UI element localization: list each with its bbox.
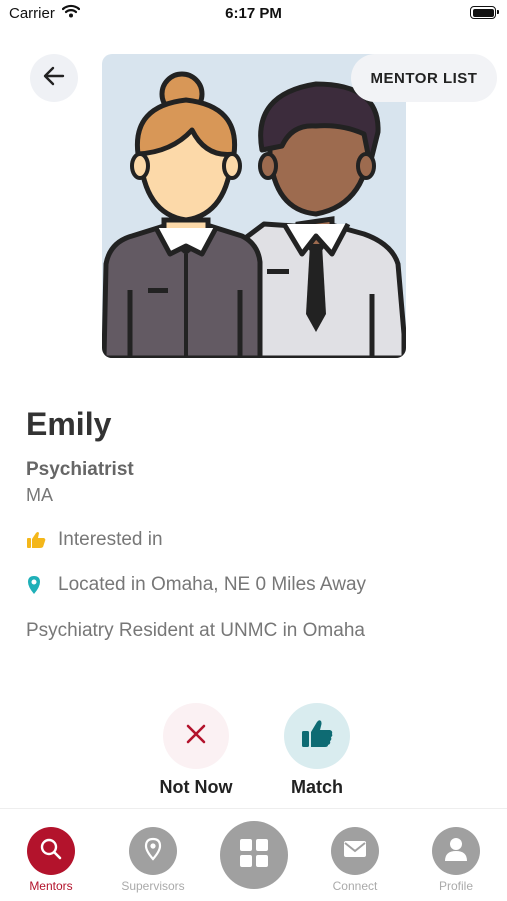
close-icon [185, 723, 207, 750]
match-label: Match [290, 777, 343, 797]
nav-item-supervisors[interactable]: Supervisors [103, 827, 203, 893]
mentor-avatar-image [102, 54, 406, 358]
nav-supervisors-label: Supervisors [121, 879, 185, 893]
mentor-degree: MA [26, 485, 53, 505]
nav-item-profile[interactable]: Profile [406, 827, 506, 893]
match-action: Match [257, 703, 377, 798]
mentor-name: Emily [26, 406, 112, 442]
grid-icon [238, 837, 270, 874]
nav-item-home[interactable] [220, 821, 288, 889]
arrow-left-icon [43, 66, 65, 91]
location-text: Located in Omaha, NE 0 Miles Away [58, 574, 367, 595]
mentor-role: Psychiatrist [26, 459, 134, 480]
nav-mentors-circle [27, 827, 75, 875]
nav-profile-circle [432, 827, 480, 875]
match-button[interactable] [284, 703, 350, 769]
nav-profile-label: Profile [438, 879, 473, 893]
bottom-navigation: Mentors Supervisors Connect Profile [0, 808, 507, 901]
location-pin-icon [144, 837, 162, 866]
status-bar: Carrier 6:17 PM [0, 0, 507, 30]
not-now-label: Not Now [159, 777, 233, 797]
interested-label: Interested in [58, 529, 163, 550]
nav-connect-circle [331, 827, 379, 875]
status-time: 6:17 PM [225, 5, 282, 22]
nav-supervisors-circle [129, 827, 177, 875]
not-now-action: Not Now [136, 703, 256, 798]
not-now-button[interactable] [163, 703, 229, 769]
location-row: Located in Omaha, NE 0 Miles Away [26, 574, 366, 596]
location-pin-icon [26, 574, 48, 596]
thumbs-up-icon [26, 529, 48, 551]
search-icon [39, 837, 63, 866]
person-icon [444, 836, 468, 867]
back-button[interactable] [30, 54, 78, 102]
interested-row: Interested in [26, 529, 163, 551]
mail-icon [342, 839, 368, 864]
nav-mentors-label: Mentors [29, 879, 73, 893]
nav-item-connect[interactable]: Connect [305, 827, 405, 893]
nav-item-mentors[interactable]: Mentors [1, 827, 101, 893]
battery-icon [470, 6, 499, 19]
mentor-list-button[interactable]: MENTOR LIST [351, 54, 497, 102]
mentor-bio: Psychiatry Resident at UNMC in Omaha [26, 620, 365, 641]
nav-connect-label: Connect [332, 879, 378, 893]
thumbs-up-icon [300, 719, 334, 754]
